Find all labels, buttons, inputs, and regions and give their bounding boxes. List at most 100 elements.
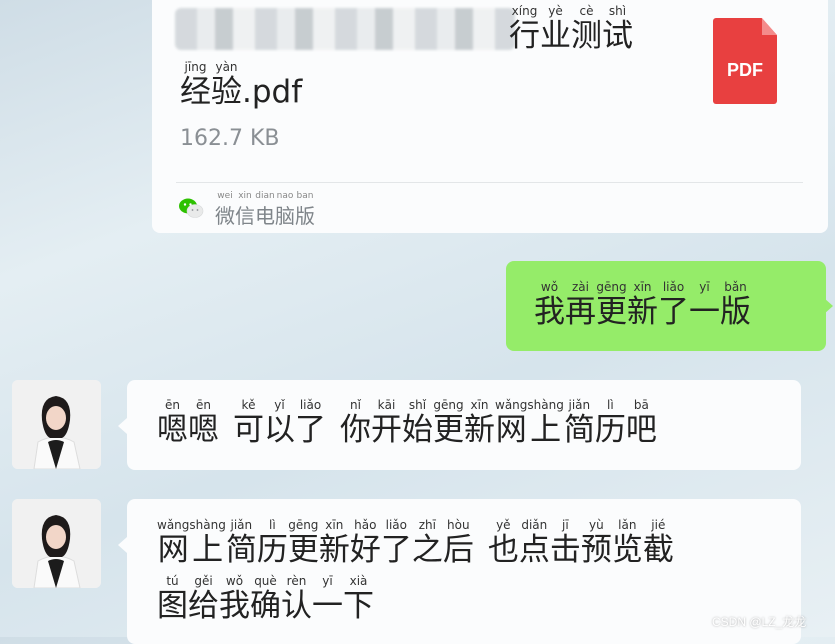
pinyin: gēng bbox=[288, 518, 319, 532]
ruby-char: kāi 开 bbox=[371, 398, 402, 448]
pinyin: xīn bbox=[633, 280, 652, 294]
ruby-char: hǎo 好 bbox=[350, 518, 381, 568]
pinyin: bǎn bbox=[724, 280, 747, 294]
pinyin: liǎo bbox=[385, 518, 408, 532]
hanzi: 后 bbox=[442, 532, 474, 568]
ruby-char: xīn 新 bbox=[627, 280, 658, 330]
hanzi: 也 bbox=[487, 532, 519, 568]
hanzi: 脑 bbox=[275, 204, 295, 228]
pinyin: nao bbox=[276, 191, 294, 201]
ruby-char: gēng 更 bbox=[433, 398, 464, 448]
pinyin: wǒ bbox=[225, 574, 244, 588]
pinyin: yǐ bbox=[274, 398, 285, 412]
pinyin: kě bbox=[241, 398, 256, 412]
pinyin: jī bbox=[561, 518, 569, 532]
ruby-char: wǒ 我 bbox=[219, 574, 250, 624]
incoming-message-text: ēn 嗯 ēn 嗯 kě 可 yǐ 以 liǎo 了 nǐ 你 kāi 开 shǐ 始 gēng 更 xīn 新 wǎn… bbox=[157, 398, 657, 448]
hanzi: 新 bbox=[318, 532, 350, 568]
pinyin: lǎn bbox=[618, 518, 637, 532]
ruby-char: ban 版 bbox=[295, 189, 315, 229]
ruby-char: wǎng 网 bbox=[157, 518, 189, 568]
pinyin: yī bbox=[322, 574, 333, 588]
ruby-char: shàng 上 bbox=[189, 518, 225, 568]
outgoing-message-text: wǒ 我 zài 再 gēng 更 xīn 新 liǎo 了 yī 一 bǎn 版 bbox=[534, 280, 751, 330]
ruby-char: bā 吧 bbox=[626, 398, 657, 448]
ruby-char: zài 再 bbox=[565, 280, 596, 330]
pinyin: lì bbox=[268, 518, 276, 532]
contact-avatar[interactable] bbox=[12, 499, 101, 588]
hanzi: 了 bbox=[380, 532, 412, 568]
avatar-image bbox=[12, 499, 101, 588]
ruby-char: jiǎn 简 bbox=[564, 398, 595, 448]
ruby-char: nao 脑 bbox=[275, 189, 295, 229]
pinyin: què bbox=[254, 574, 277, 588]
ruby-char: xià 下 bbox=[343, 574, 374, 624]
hanzi: 试 bbox=[602, 18, 633, 54]
ruby-char: shǐ 始 bbox=[402, 398, 433, 448]
hanzi: 一 bbox=[689, 294, 720, 330]
ruby-char: ēn 嗯 bbox=[157, 398, 188, 448]
ruby-char: hòu 后 bbox=[443, 518, 474, 568]
ruby-char: yī 一 bbox=[689, 280, 720, 330]
file-source-label: wei 微 xin 信 dian 电 nao 脑 ban 版 bbox=[215, 189, 315, 229]
incoming-message-text-line2: tú 图 gěi 给 wǒ 我 què 确 rèn 认 yī 一 xià 下 bbox=[157, 574, 374, 624]
hanzi: 了 bbox=[658, 294, 689, 330]
ruby-char: lǎn 览 bbox=[612, 518, 643, 568]
hanzi: 更 bbox=[596, 294, 627, 330]
ruby-char: kě 可 bbox=[233, 398, 264, 448]
ruby-char: ēn 嗯 bbox=[188, 398, 219, 448]
ruby-char: liǎo 了 bbox=[295, 398, 326, 448]
ruby-char: bǎn 版 bbox=[720, 280, 751, 330]
hanzi: 以 bbox=[264, 412, 295, 448]
pinyin: cè bbox=[579, 4, 594, 18]
hanzi: 行 bbox=[509, 18, 540, 54]
pinyin: hòu bbox=[447, 518, 470, 532]
ruby-char: jī 击 bbox=[550, 518, 581, 568]
hanzi: 嗯 bbox=[188, 412, 219, 448]
pinyin: xīn bbox=[325, 518, 344, 532]
hanzi: 击 bbox=[549, 532, 581, 568]
ruby-char: wǒ 我 bbox=[534, 280, 565, 330]
watermark: CSDN @LZ_龙龙 bbox=[712, 615, 807, 629]
pinyin: yī bbox=[699, 280, 710, 294]
incoming-bubble-tail bbox=[118, 418, 127, 434]
hanzi: 给 bbox=[188, 588, 219, 624]
ruby-char: xīn 新 bbox=[464, 398, 495, 448]
pinyin: gēng bbox=[596, 280, 627, 294]
hanzi: 验 bbox=[211, 74, 242, 110]
pinyin: gěi bbox=[194, 574, 213, 588]
hanzi: 认 bbox=[281, 588, 312, 624]
ruby-char: dian 电 bbox=[255, 189, 275, 229]
ruby-char: yàn 验 bbox=[211, 60, 242, 110]
pinyin: dian bbox=[255, 191, 275, 201]
ruby-char: yě 也 bbox=[488, 518, 519, 568]
ruby-char: xīn 新 bbox=[319, 518, 350, 568]
ruby-char: yǐ 以 bbox=[264, 398, 295, 448]
file-extension: .pdf bbox=[242, 74, 303, 110]
pinyin: yè bbox=[548, 4, 563, 18]
hanzi: 了 bbox=[295, 412, 326, 448]
file-size: 162.7 KB bbox=[180, 126, 280, 151]
hanzi: 更 bbox=[287, 532, 319, 568]
wechat-icon bbox=[179, 198, 204, 218]
pinyin: bā bbox=[633, 398, 649, 412]
pinyin: yàn bbox=[215, 60, 238, 74]
ruby-char: diǎn 点 bbox=[519, 518, 550, 568]
pinyin: yù bbox=[588, 518, 604, 532]
ruby-char: cè 测 bbox=[571, 4, 602, 54]
ruby-char: wei 微 bbox=[215, 189, 235, 229]
hanzi: 我 bbox=[534, 294, 565, 330]
pinyin: yě bbox=[496, 518, 511, 532]
ruby-char: gēng 更 bbox=[288, 518, 319, 568]
hanzi: 历 bbox=[256, 532, 288, 568]
ruby-char: lì 历 bbox=[257, 518, 288, 568]
card-divider bbox=[176, 182, 803, 183]
hanzi: 电 bbox=[255, 204, 275, 228]
contact-avatar[interactable] bbox=[12, 380, 101, 469]
pinyin: jiǎn bbox=[230, 518, 253, 532]
pinyin: zài bbox=[572, 280, 589, 294]
hanzi: 简 bbox=[225, 532, 257, 568]
pinyin: ban bbox=[296, 191, 314, 201]
hanzi: 预 bbox=[580, 532, 612, 568]
pinyin: xin bbox=[238, 191, 252, 201]
